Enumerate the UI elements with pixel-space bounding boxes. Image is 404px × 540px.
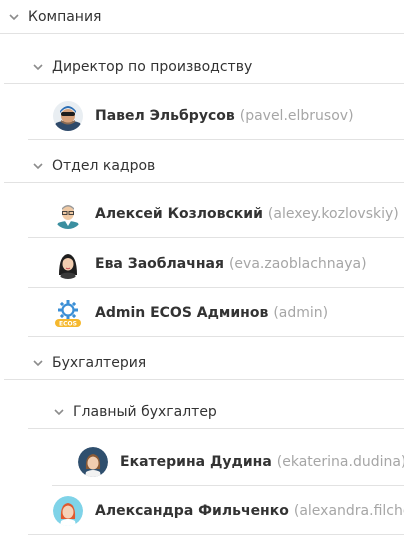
tree-group-hr[interactable]: Отдел кадров — [4, 149, 404, 183]
user-name: Ева Заоблачная — [95, 255, 224, 272]
tree-group-chief-accountant[interactable]: Главный бухгалтер — [28, 395, 404, 429]
user-name: Павел Эльбрусов — [95, 107, 235, 124]
chevron-down-icon[interactable] — [32, 357, 44, 369]
user-login: (ekaterina.dudina) — [276, 453, 404, 470]
chevron-down-icon[interactable] — [53, 406, 65, 418]
chevron-down-icon[interactable] — [32, 160, 44, 172]
user-login: (admin) — [273, 304, 329, 321]
user-name: Admin ECOS Админов — [95, 304, 269, 321]
user-name: Александра Фильченко — [95, 502, 289, 519]
tree-user-alexandra[interactable]: Александра Фильченко (alexandra.filche — [28, 487, 404, 535]
group-label: Отдел кадров — [52, 157, 156, 174]
tree-user-alexey[interactable]: Алексей Козловский (alexey.kozlovskiy) — [28, 190, 404, 238]
woman-avatar — [53, 248, 83, 279]
tree-user-pavel[interactable]: Павел Эльбрусов (pavel.elbrusov) — [28, 92, 404, 140]
user-name: Екатерина Дудина — [120, 453, 272, 470]
group-label: Директор по производству — [52, 58, 253, 75]
user-login: (pavel.elbrusov) — [239, 107, 354, 124]
tree-user-eva[interactable]: Ева Заоблачная (eva.zaoblachnaya) — [28, 240, 404, 288]
org-structure-tree: Компания Директор по производству Павел … — [0, 0, 404, 540]
ecos-gear-avatar: ECOS — [53, 297, 83, 328]
woman-round-avatar — [78, 446, 108, 477]
tree-user-admin[interactable]: ECOS Admin ECOS Админов (admin) — [28, 289, 404, 337]
user-login: (eva.zaoblachnaya) — [228, 255, 367, 272]
chevron-down-icon[interactable] — [8, 11, 20, 23]
man-glasses-avatar — [53, 198, 83, 229]
group-label: Бухгалтерия — [52, 354, 147, 371]
red-hair-woman-avatar — [53, 495, 83, 526]
user-name: Алексей Козловский — [95, 205, 263, 222]
group-label: Главный бухгалтер — [73, 403, 217, 420]
tree-user-ekaterina[interactable]: Екатерина Дудина (ekaterina.dudina) — [52, 438, 404, 486]
chevron-down-icon[interactable] — [32, 61, 44, 73]
user-login: (alexandra.filche — [293, 502, 404, 519]
climber-avatar — [53, 100, 83, 131]
tree-group-company[interactable]: Компания — [0, 0, 404, 34]
user-login: (alexey.kozlovskiy) — [267, 205, 399, 222]
svg-text:ECOS: ECOS — [59, 320, 77, 327]
group-label: Компания — [28, 8, 102, 25]
tree-group-director[interactable]: Директор по производству — [4, 50, 404, 84]
tree-group-accounting[interactable]: Бухгалтерия — [4, 346, 404, 380]
